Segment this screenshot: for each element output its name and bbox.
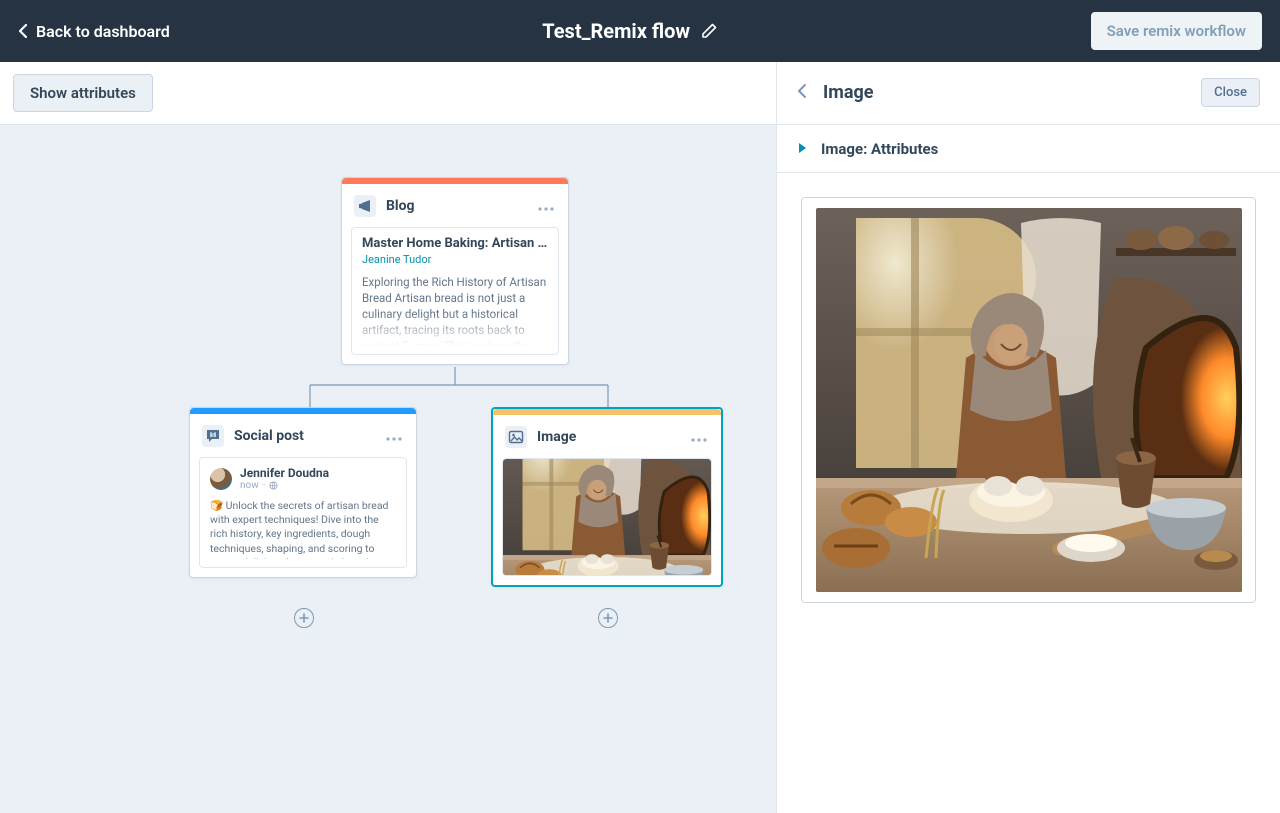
panel-section-title: Image: Attributes — [821, 140, 938, 158]
back-to-dashboard-link[interactable]: Back to dashboard — [18, 22, 170, 41]
image-preview — [816, 208, 1242, 592]
panel-body — [777, 173, 1280, 627]
chevron-left-icon — [18, 23, 28, 39]
show-attributes-button[interactable]: Show attributes — [13, 74, 153, 112]
node-label: Image — [537, 429, 679, 445]
comment-hash-icon — [202, 425, 224, 447]
social-user-row: Jennifer Doudna now · — [210, 466, 396, 491]
social-card-body: Jennifer Doudna now · 🍞 Unlock the secre… — [199, 457, 407, 568]
blog-card-body: Master Home Baking: Artisan Br... Jeanin… — [351, 227, 559, 355]
node-label: Blog — [386, 198, 526, 214]
social-body-text: 🍞 Unlock the secrets of artisan bread wi… — [210, 499, 396, 559]
image-thumbnail — [503, 459, 711, 575]
node-header: Blog — [342, 184, 568, 227]
panel-section-header[interactable]: Image: Attributes — [777, 124, 1280, 173]
ellipsis-icon — [691, 438, 707, 442]
node-social-post[interactable]: Social post Jennifer Doudna now · — [189, 407, 417, 578]
flow-canvas[interactable]: Blog Master Home Baking: Artisan Br... J… — [0, 124, 776, 813]
node-image[interactable]: Image — [491, 407, 723, 587]
caret-right-icon — [797, 139, 807, 158]
top-bar: Back to dashboard Test_Remix flow Save r… — [0, 0, 1280, 62]
node-menu-button[interactable] — [536, 194, 556, 217]
panel-back-button[interactable] — [797, 83, 807, 103]
ellipsis-icon — [386, 437, 402, 441]
blog-author: Jeanine Tudor — [362, 253, 548, 266]
add-child-button[interactable] — [294, 608, 314, 628]
globe-icon — [269, 481, 278, 490]
node-blog[interactable]: Blog Master Home Baking: Artisan Br... J… — [341, 177, 569, 365]
image-preview-frame — [801, 197, 1256, 603]
social-user-name: Jennifer Doudna — [240, 466, 329, 480]
node-menu-button[interactable] — [384, 424, 404, 447]
workflow-title-text: Test_Remix flow — [542, 19, 690, 43]
megaphone-icon — [354, 195, 376, 217]
panel-title: Image — [823, 82, 1185, 103]
canvas-toolbar: Show attributes — [0, 62, 776, 124]
node-header: Social post — [190, 414, 416, 457]
back-label: Back to dashboard — [36, 22, 170, 41]
social-meta: now · — [240, 480, 329, 491]
close-button[interactable]: Close — [1201, 78, 1260, 107]
blog-title: Master Home Baking: Artisan Br... — [362, 236, 548, 251]
image-icon — [505, 426, 527, 448]
details-panel: Image Close Image: Attributes — [776, 62, 1280, 813]
add-child-button[interactable] — [598, 608, 618, 628]
workspace: Show attributes Blog — [0, 62, 1280, 813]
node-header: Image — [493, 415, 721, 458]
blog-excerpt: Exploring the Rich History of Artisan Br… — [362, 274, 548, 346]
chevron-left-icon — [797, 83, 807, 99]
ellipsis-icon — [538, 207, 554, 211]
panel-header: Image Close — [777, 62, 1280, 124]
save-workflow-button[interactable]: Save remix workflow — [1091, 12, 1262, 50]
edit-icon[interactable] — [700, 22, 718, 40]
image-card-body — [502, 458, 712, 576]
social-time: now — [240, 480, 259, 491]
canvas-area: Show attributes Blog — [0, 62, 776, 813]
node-menu-button[interactable] — [689, 425, 709, 448]
node-label: Social post — [234, 428, 374, 444]
avatar — [210, 468, 232, 490]
workflow-title: Test_Remix flow — [542, 19, 718, 43]
